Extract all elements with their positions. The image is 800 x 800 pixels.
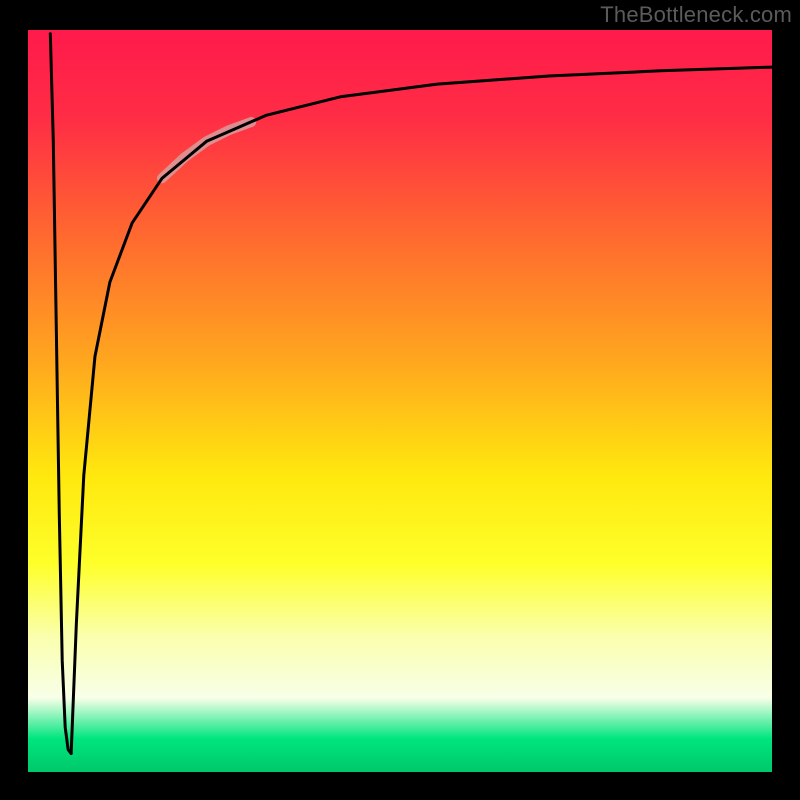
chart-container: TheBottleneck.com xyxy=(0,0,800,800)
plot-background xyxy=(28,30,772,772)
chart-svg xyxy=(0,0,800,800)
attribution-label: TheBottleneck.com xyxy=(600,2,792,28)
